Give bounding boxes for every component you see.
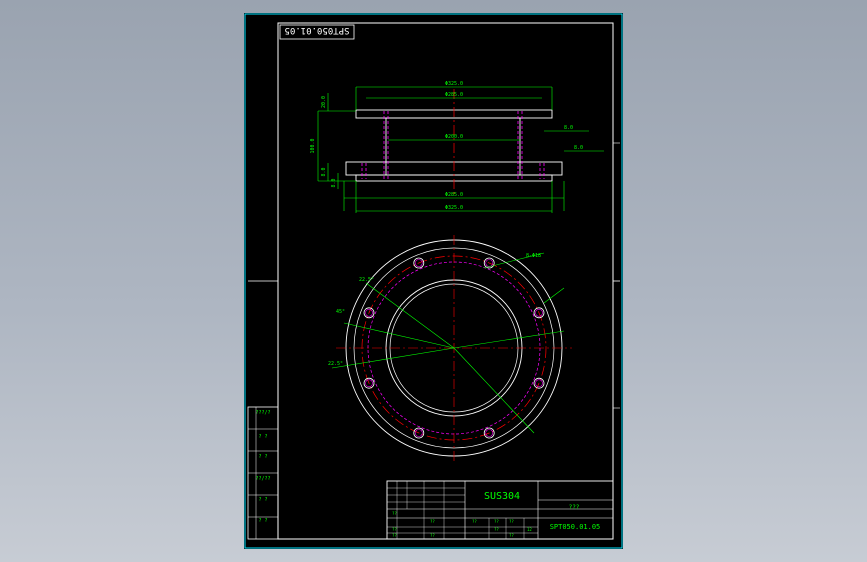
tb-cell-9: ?? xyxy=(509,533,514,538)
drawing-sheet: SPT050.01.05 ???/? ? ? ? ? ??/?? ? ? ? ? xyxy=(244,13,623,549)
dim-top-outer: Φ325.0 xyxy=(445,81,463,87)
tb-cell-5: ?? xyxy=(472,519,477,524)
tb-cell-6: ?? xyxy=(494,519,499,524)
tb-cell-8: ?? xyxy=(494,527,499,532)
plan-view: 22.5° 45° 22.5° 8-Φ18 xyxy=(328,235,572,461)
dim-height: 100.0 xyxy=(310,138,316,153)
angle-2: 45° xyxy=(336,309,345,315)
tb-cell-0: ?? xyxy=(392,511,397,516)
dim-step-a: 8.0 xyxy=(321,167,327,176)
title-placeholder: ??? xyxy=(569,504,580,511)
cad-viewport[interactable]: SPT050.01.05 ???/? ? ? ? ? ??/?? ? ? ? ? xyxy=(0,0,867,562)
sheet-border xyxy=(244,13,623,549)
tb-cell-3: ?? xyxy=(430,519,435,524)
title-block: SUS304 ??? SPT050.01.05 ?? ?? ?? ?? ?? ?… xyxy=(386,480,614,540)
hole-note: 8-Φ18 xyxy=(526,253,541,259)
tb-cell-4: ?? xyxy=(430,533,435,538)
tb-cell-10: 12 xyxy=(527,527,532,532)
tb-cell-1: ?? xyxy=(392,527,397,532)
tb-cell-2: ?? xyxy=(392,533,397,538)
side-label-1: ? ? xyxy=(258,434,267,440)
angle-3: 22.5° xyxy=(328,361,343,367)
dim-step-b: 8.0 xyxy=(331,178,337,187)
material-label: SUS304 xyxy=(484,491,520,502)
drawing-no: SPT050.01.05 xyxy=(550,523,601,531)
side-label-0: ???/? xyxy=(255,410,270,416)
dim-note-a: 8.0 xyxy=(564,125,573,131)
side-label-5: ? ? xyxy=(258,518,267,524)
dim-bottom-outer: Φ325.0 xyxy=(445,205,463,211)
tb-cell-7: ?? xyxy=(509,519,514,524)
side-label-4: ? ? xyxy=(258,497,267,503)
section-view: Φ325.0 Φ285.0 Φ200.0 100.0 20.0 8.0 8.0 … xyxy=(310,81,604,213)
dim-note-b: 8.0 xyxy=(574,145,583,151)
side-title-strip: ???/? ? ? ? ? ??/?? ? ? ? ? xyxy=(247,406,279,540)
side-label-3: ??/?? xyxy=(255,476,270,482)
angle-1: 22.5° xyxy=(359,277,374,283)
dim-bottom-bcd: Φ285.0 xyxy=(445,192,463,198)
dim-top-bcd: Φ285.0 xyxy=(445,92,463,98)
dim-flange-thk: 20.0 xyxy=(321,96,327,108)
dim-body-inner: Φ200.0 xyxy=(445,134,463,140)
drawing-canvas: SPT050.01.05 ???/? ? ? ? ? ??/?? ? ? ? ? xyxy=(244,13,623,549)
drawing-no-rotated: SPT050.01.05 xyxy=(284,25,349,35)
side-label-2: ? ? xyxy=(258,454,267,460)
